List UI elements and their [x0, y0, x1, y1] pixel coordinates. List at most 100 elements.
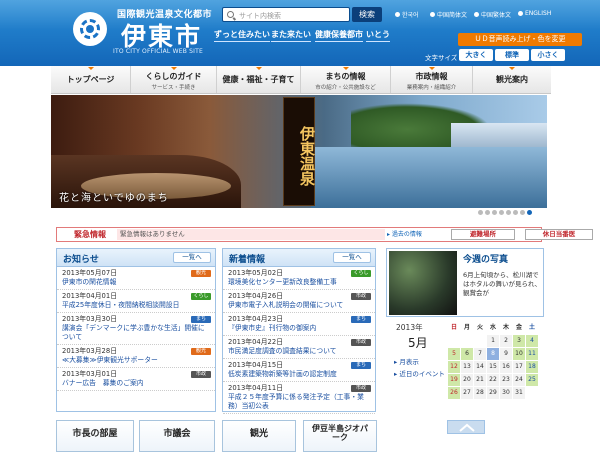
mayor-room-tile[interactable]: 市長の部屋 — [56, 420, 134, 452]
weekday-header: 火 — [474, 322, 486, 334]
font-size-normal-button[interactable]: 標準 — [495, 49, 529, 61]
firefly-photo[interactable] — [389, 251, 457, 315]
evacuation-button[interactable]: 避難場所 — [451, 229, 515, 240]
calendar-day[interactable]: 31 — [513, 387, 525, 399]
ud-voice-color-button[interactable]: ＵＤ音声読み上げ・色を変更 — [458, 33, 582, 46]
calendar-day[interactable]: 24 — [513, 374, 525, 386]
item-link[interactable]: 『伊東市史』刊行物の御案内 — [228, 324, 370, 333]
nav-town-info[interactable]: まちの情報 市の紹介・公共施設など — [301, 66, 391, 93]
calendar-day[interactable]: 20 — [461, 374, 473, 386]
news-more-button[interactable]: 一覧へ — [333, 252, 371, 263]
calendar-day[interactable]: 10 — [513, 348, 525, 360]
item-link[interactable]: 環境美化センター更新改良整備工事 — [228, 278, 370, 287]
calendar-day[interactable]: 21 — [474, 374, 486, 386]
slide-dot[interactable] — [478, 210, 483, 215]
list-item[interactable]: 2013年03月01日 バナー広告 募集のご案内 市政 — [57, 368, 215, 391]
item-link[interactable]: ≪大募集≫伊東観光サポーター — [62, 356, 210, 365]
item-link[interactable]: 低炭素建築物新築等計画の認定制度 — [228, 370, 370, 379]
item-link[interactable]: 平成２５年度予算に係る発注予定（工事・業務）当初公表 — [228, 393, 370, 411]
list-item[interactable]: 2013年04月26日 伊東市電子入札説明会の開催について 市政 — [223, 290, 375, 313]
slide-dot[interactable] — [513, 210, 518, 215]
calendar-day[interactable]: 27 — [461, 387, 473, 399]
list-item[interactable]: 2013年05月02日 環境美化センター更新改良整備工事 くらし — [223, 267, 375, 290]
city-logo-icon[interactable] — [73, 12, 107, 46]
calendar-day[interactable]: 28 — [474, 387, 486, 399]
calendar-day[interactable]: 6 — [461, 348, 473, 360]
calendar-day[interactable]: 14 — [474, 361, 486, 373]
calendar-day[interactable]: 26 — [448, 387, 460, 399]
calendar-day[interactable]: 25 — [526, 374, 538, 386]
calendar-day[interactable]: 30 — [500, 387, 512, 399]
item-link[interactable]: 伊東市電子入札説明会の開催について — [228, 301, 370, 310]
tourism-tile[interactable]: 観光 — [222, 420, 296, 452]
list-item[interactable]: 2013年04月11日 平成２５年度予算に係る発注予定（工事・業務）当初公表 市政 — [223, 382, 375, 414]
slide-dot[interactable] — [485, 210, 490, 215]
item-date: 2013年04月15日 — [228, 361, 283, 369]
nav-tourism[interactable]: 観光案内 — [473, 66, 551, 93]
weekly-photo-panel[interactable]: 今週の写真 6月上旬頃から、松川湖ではホタルの舞いが見られ、 観賞会が — [386, 248, 544, 317]
calendar-day[interactable]: 4 — [526, 335, 538, 347]
list-item[interactable]: 2013年04月22日 市民満足度調査の調査結果について 市政 — [223, 336, 375, 359]
nav-living-guide[interactable]: くらしのガイド サービス・手続き — [131, 66, 217, 93]
lang-korean[interactable]: 한국어 — [395, 10, 419, 19]
calendar-day[interactable]: 3 — [513, 335, 525, 347]
slide-dot[interactable] — [520, 210, 525, 215]
lang-chinese-traditional[interactable]: 中国繁体文 — [474, 10, 511, 19]
weekday-header: 日 — [448, 322, 460, 334]
holiday-doctor-button[interactable]: 休日当番医 — [525, 229, 593, 240]
slide-dot[interactable] — [527, 210, 532, 215]
calendar-day[interactable]: 18 — [526, 361, 538, 373]
list-item[interactable]: 2013年03月28日 ≪大募集≫伊東観光サポーター 観光 — [57, 345, 215, 368]
caret-icon — [342, 67, 349, 70]
calendar-day[interactable]: 13 — [461, 361, 473, 373]
item-link[interactable]: 市民満足度調査の調査結果について — [228, 347, 370, 356]
calendar-day[interactable]: 11 — [526, 348, 538, 360]
list-item[interactable]: 2013年04月23日 『伊東市史』刊行物の御案内 まち — [223, 313, 375, 336]
item-link[interactable]: バナー広告 募集のご案内 — [62, 379, 210, 388]
calendar-day[interactable]: 9 — [500, 348, 512, 360]
calendar-day[interactable]: 19 — [448, 374, 460, 386]
emergency-message: 緊急情報はありません — [117, 229, 385, 240]
list-item[interactable]: 2013年04月15日 低炭素建築物新築等計画の認定制度 まち — [223, 359, 375, 382]
item-link[interactable]: 平成25年度休日・夜間納税相談開設日 — [62, 301, 210, 310]
scroll-up-tab[interactable] — [447, 420, 485, 434]
nav-health-welfare[interactable]: 健康・福祉・子育て — [217, 66, 301, 93]
calendar-day[interactable]: 23 — [500, 374, 512, 386]
search-button[interactable]: 検索 — [352, 7, 382, 22]
emergency-bar: 緊急情報 緊急情報はありません ▸ 過去の情報 避難場所 休日当番医 — [56, 227, 593, 242]
calendar-day[interactable]: 29 — [487, 387, 499, 399]
notices-more-button[interactable]: 一覧へ — [173, 252, 211, 263]
geopark-tile[interactable]: 伊豆半島ジオパーク — [303, 420, 377, 452]
calendar-day[interactable]: 22 — [487, 374, 499, 386]
upcoming-events-link[interactable]: ▸ 近日のイベント — [394, 368, 445, 378]
city-council-tile[interactable]: 市議会 — [139, 420, 215, 452]
font-size-small-button[interactable]: 小さく — [531, 49, 565, 61]
calendar-day[interactable]: 8 — [487, 348, 499, 360]
slide-dot[interactable] — [506, 210, 511, 215]
list-item[interactable]: 2013年04月01日 平成25年度休日・夜間納税相談開設日 くらし — [57, 290, 215, 313]
slide-dot[interactable] — [492, 210, 497, 215]
calendar-day[interactable]: 16 — [500, 361, 512, 373]
nav-top-page[interactable]: トップページ — [51, 66, 131, 93]
lang-chinese-simplified[interactable]: 中国简体文 — [430, 10, 467, 19]
list-item[interactable]: 2013年05月07日 伊東市の閑花情報 観光 — [57, 267, 215, 290]
calendar-day[interactable]: 7 — [474, 348, 486, 360]
list-item[interactable]: 2013年03月30日 講演会「デンマークに学ぶ豊かな生活」開催について まち — [57, 313, 215, 345]
month-view-link[interactable]: ▸ 月表示 — [394, 356, 419, 366]
lang-english[interactable]: ENGLISH — [518, 10, 551, 17]
hero-slideshow[interactable]: 伊東温泉 花と海といでゆのまち — [51, 95, 547, 208]
item-link[interactable]: 伊東市の閑花情報 — [62, 278, 210, 287]
calendar-day[interactable]: 5 — [448, 348, 460, 360]
calendar-day[interactable]: 1 — [487, 335, 499, 347]
calendar-day[interactable]: 12 — [448, 361, 460, 373]
slide-dot[interactable] — [499, 210, 504, 215]
past-info-link[interactable]: ▸ 過去の情報 — [387, 229, 422, 240]
calendar-day[interactable]: 17 — [513, 361, 525, 373]
calendar-day[interactable]: 2 — [500, 335, 512, 347]
search-input[interactable]: サイト内検索 — [222, 7, 350, 22]
font-size-large-button[interactable]: 大きく — [459, 49, 493, 61]
search-icon — [227, 11, 234, 18]
item-link[interactable]: 講演会「デンマークに学ぶ豊かな生活」開催について — [62, 324, 210, 342]
nav-city-admin[interactable]: 市政情報 業務案内・組織紹介 — [391, 66, 473, 93]
calendar-day[interactable]: 15 — [487, 361, 499, 373]
